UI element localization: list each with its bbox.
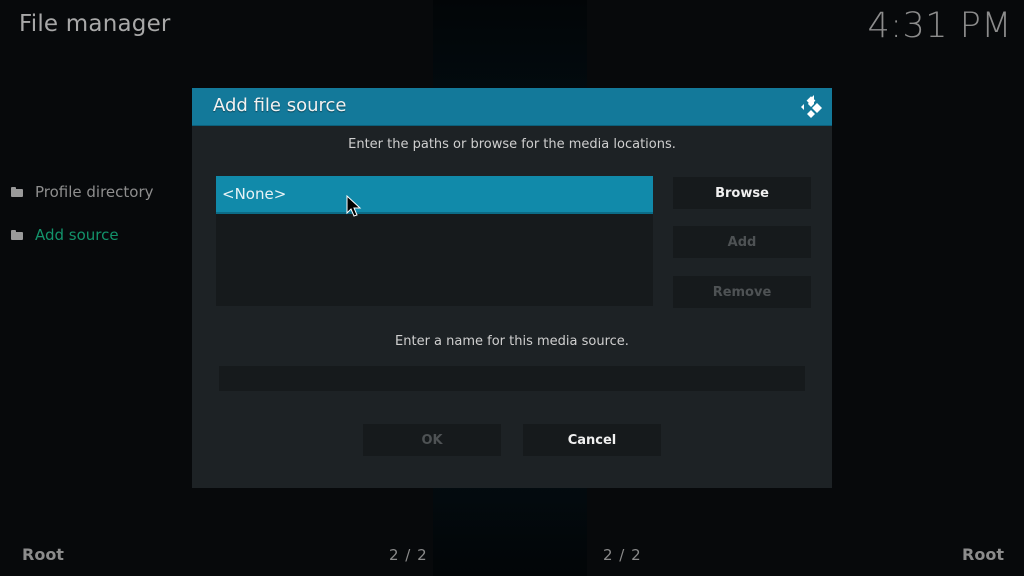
cancel-button[interactable]: Cancel	[523, 424, 661, 456]
sidebar-item-profile-directory[interactable]: Profile directory	[0, 175, 192, 209]
screen: File manager 4:31 PM Profile directory A…	[0, 0, 1024, 576]
add-file-source-dialog: Add file source Enter the paths or brows…	[192, 88, 832, 488]
sidebar-item-add-source[interactable]: Add source	[0, 218, 192, 252]
source-name-input[interactable]	[219, 366, 805, 391]
footer-left-label: Root	[22, 545, 64, 564]
paths-list[interactable]: <None>	[216, 176, 653, 306]
browse-button[interactable]: Browse	[673, 177, 811, 209]
left-page-count: 2 / 2	[389, 546, 428, 564]
name-instruction: Enter a name for this media source.	[395, 334, 629, 349]
dialog-title: Add file source	[213, 95, 347, 116]
add-button[interactable]: Add	[673, 226, 811, 258]
source-list: Profile directory Add source	[0, 175, 192, 261]
remove-button[interactable]: Remove	[673, 276, 811, 308]
path-item[interactable]: <None>	[216, 176, 653, 217]
dialog-header: Add file source	[192, 88, 832, 126]
sidebar-item-label: Profile directory	[35, 183, 154, 201]
folder-icon	[11, 187, 23, 197]
left-panel-background	[0, 0, 192, 576]
ok-button[interactable]: OK	[363, 424, 501, 456]
mouse-cursor-icon	[346, 195, 362, 217]
window-title: File manager	[19, 11, 171, 37]
kodi-logo-icon	[801, 95, 822, 118]
clock: 4:31 PM	[867, 6, 1012, 46]
folder-icon	[11, 230, 23, 240]
paths-instruction: Enter the paths or browse for the media …	[348, 137, 676, 152]
sidebar-item-label: Add source	[35, 226, 119, 244]
right-page-count: 2 / 2	[603, 546, 642, 564]
path-item-label: <None>	[222, 185, 287, 203]
footer-right-label: Root	[962, 545, 1004, 564]
